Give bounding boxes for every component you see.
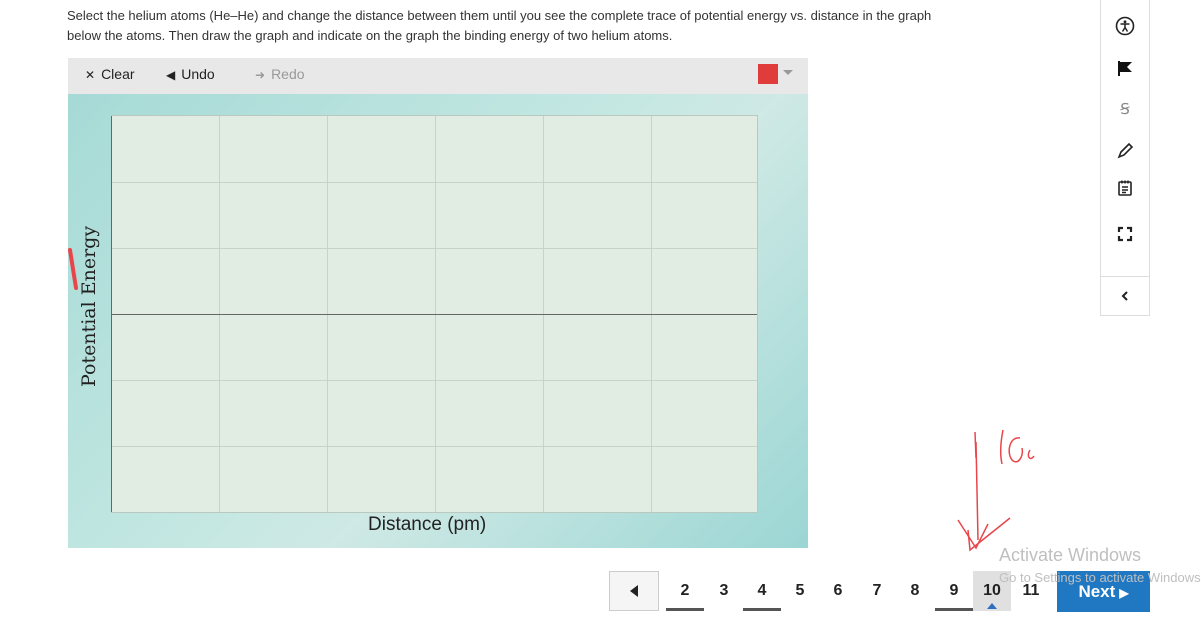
grid-line — [112, 248, 757, 249]
redo-icon: ➜ — [255, 68, 266, 82]
accessibility-icon[interactable] — [1113, 14, 1137, 38]
page-number: 2 — [680, 582, 690, 599]
drawing-canvas[interactable]: Distance (pm) Potential Energy — [68, 94, 808, 548]
page-number: 9 — [949, 582, 959, 599]
tool-rail: Ꞩ — [1100, 0, 1150, 316]
flag-icon[interactable] — [1113, 56, 1137, 80]
strikethrough-icon[interactable]: Ꞩ — [1113, 97, 1137, 121]
page-number: 4 — [757, 582, 767, 599]
undo-icon: ◀ — [166, 68, 176, 82]
fullscreen-icon[interactable] — [1113, 222, 1137, 246]
drawing-toolbar: ✕ Clear ◀ Undo ➜ Redo — [68, 58, 808, 94]
handwritten-annotation — [957, 429, 1035, 552]
redo-button[interactable]: ➜ Redo — [255, 58, 305, 94]
page-9[interactable]: 9 — [935, 571, 973, 611]
clear-label: Clear — [101, 66, 135, 82]
caret-left-icon — [630, 585, 638, 597]
grid-line — [112, 182, 757, 183]
previous-button[interactable] — [609, 571, 659, 611]
page-number: 3 — [719, 582, 729, 599]
zero-energy-line — [112, 314, 757, 315]
chevron-down-icon[interactable] — [783, 70, 793, 75]
question-instructions: Select the helium atoms (He–He) and chan… — [67, 6, 1027, 46]
collapse-icon[interactable] — [1113, 284, 1137, 308]
page-2[interactable]: 2 — [666, 571, 704, 611]
page-number: 8 — [910, 582, 920, 599]
pen-stroke — [68, 248, 78, 290]
page-number: 5 — [795, 582, 805, 599]
rail-divider — [1101, 276, 1149, 277]
page-8[interactable]: 8 — [896, 571, 934, 611]
x-axis-label: Distance (pm) — [368, 514, 487, 535]
page-3[interactable]: 3 — [705, 571, 743, 611]
undo-label: Undo — [181, 66, 215, 82]
page-4[interactable]: 4 — [743, 571, 781, 611]
redo-label: Redo — [271, 66, 305, 82]
notepad-icon[interactable] — [1113, 176, 1137, 200]
close-icon: ✕ — [85, 68, 96, 82]
color-swatch[interactable] — [758, 64, 778, 84]
instructions-line-1: Select the helium atoms (He–He) and chan… — [67, 8, 932, 23]
current-page-marker — [987, 603, 997, 609]
grid-line — [112, 446, 757, 447]
instructions-line-2: below the atoms. Then draw the graph and… — [67, 28, 673, 43]
pencil-icon[interactable] — [1113, 139, 1137, 163]
page-number: 7 — [872, 582, 882, 599]
clear-button[interactable]: ✕ Clear — [85, 58, 135, 94]
graph-plot-area[interactable] — [111, 115, 758, 513]
page-number: 6 — [833, 582, 843, 599]
page-6[interactable]: 6 — [819, 571, 857, 611]
undo-button[interactable]: ◀ Undo — [166, 58, 215, 94]
grid-line — [112, 380, 757, 381]
caret-right-icon: ▶ — [1119, 586, 1129, 600]
activate-windows-subtitle: Go to Settings to activate Windows. — [999, 570, 1201, 585]
page-5[interactable]: 5 — [781, 571, 819, 611]
page-7[interactable]: 7 — [858, 571, 896, 611]
